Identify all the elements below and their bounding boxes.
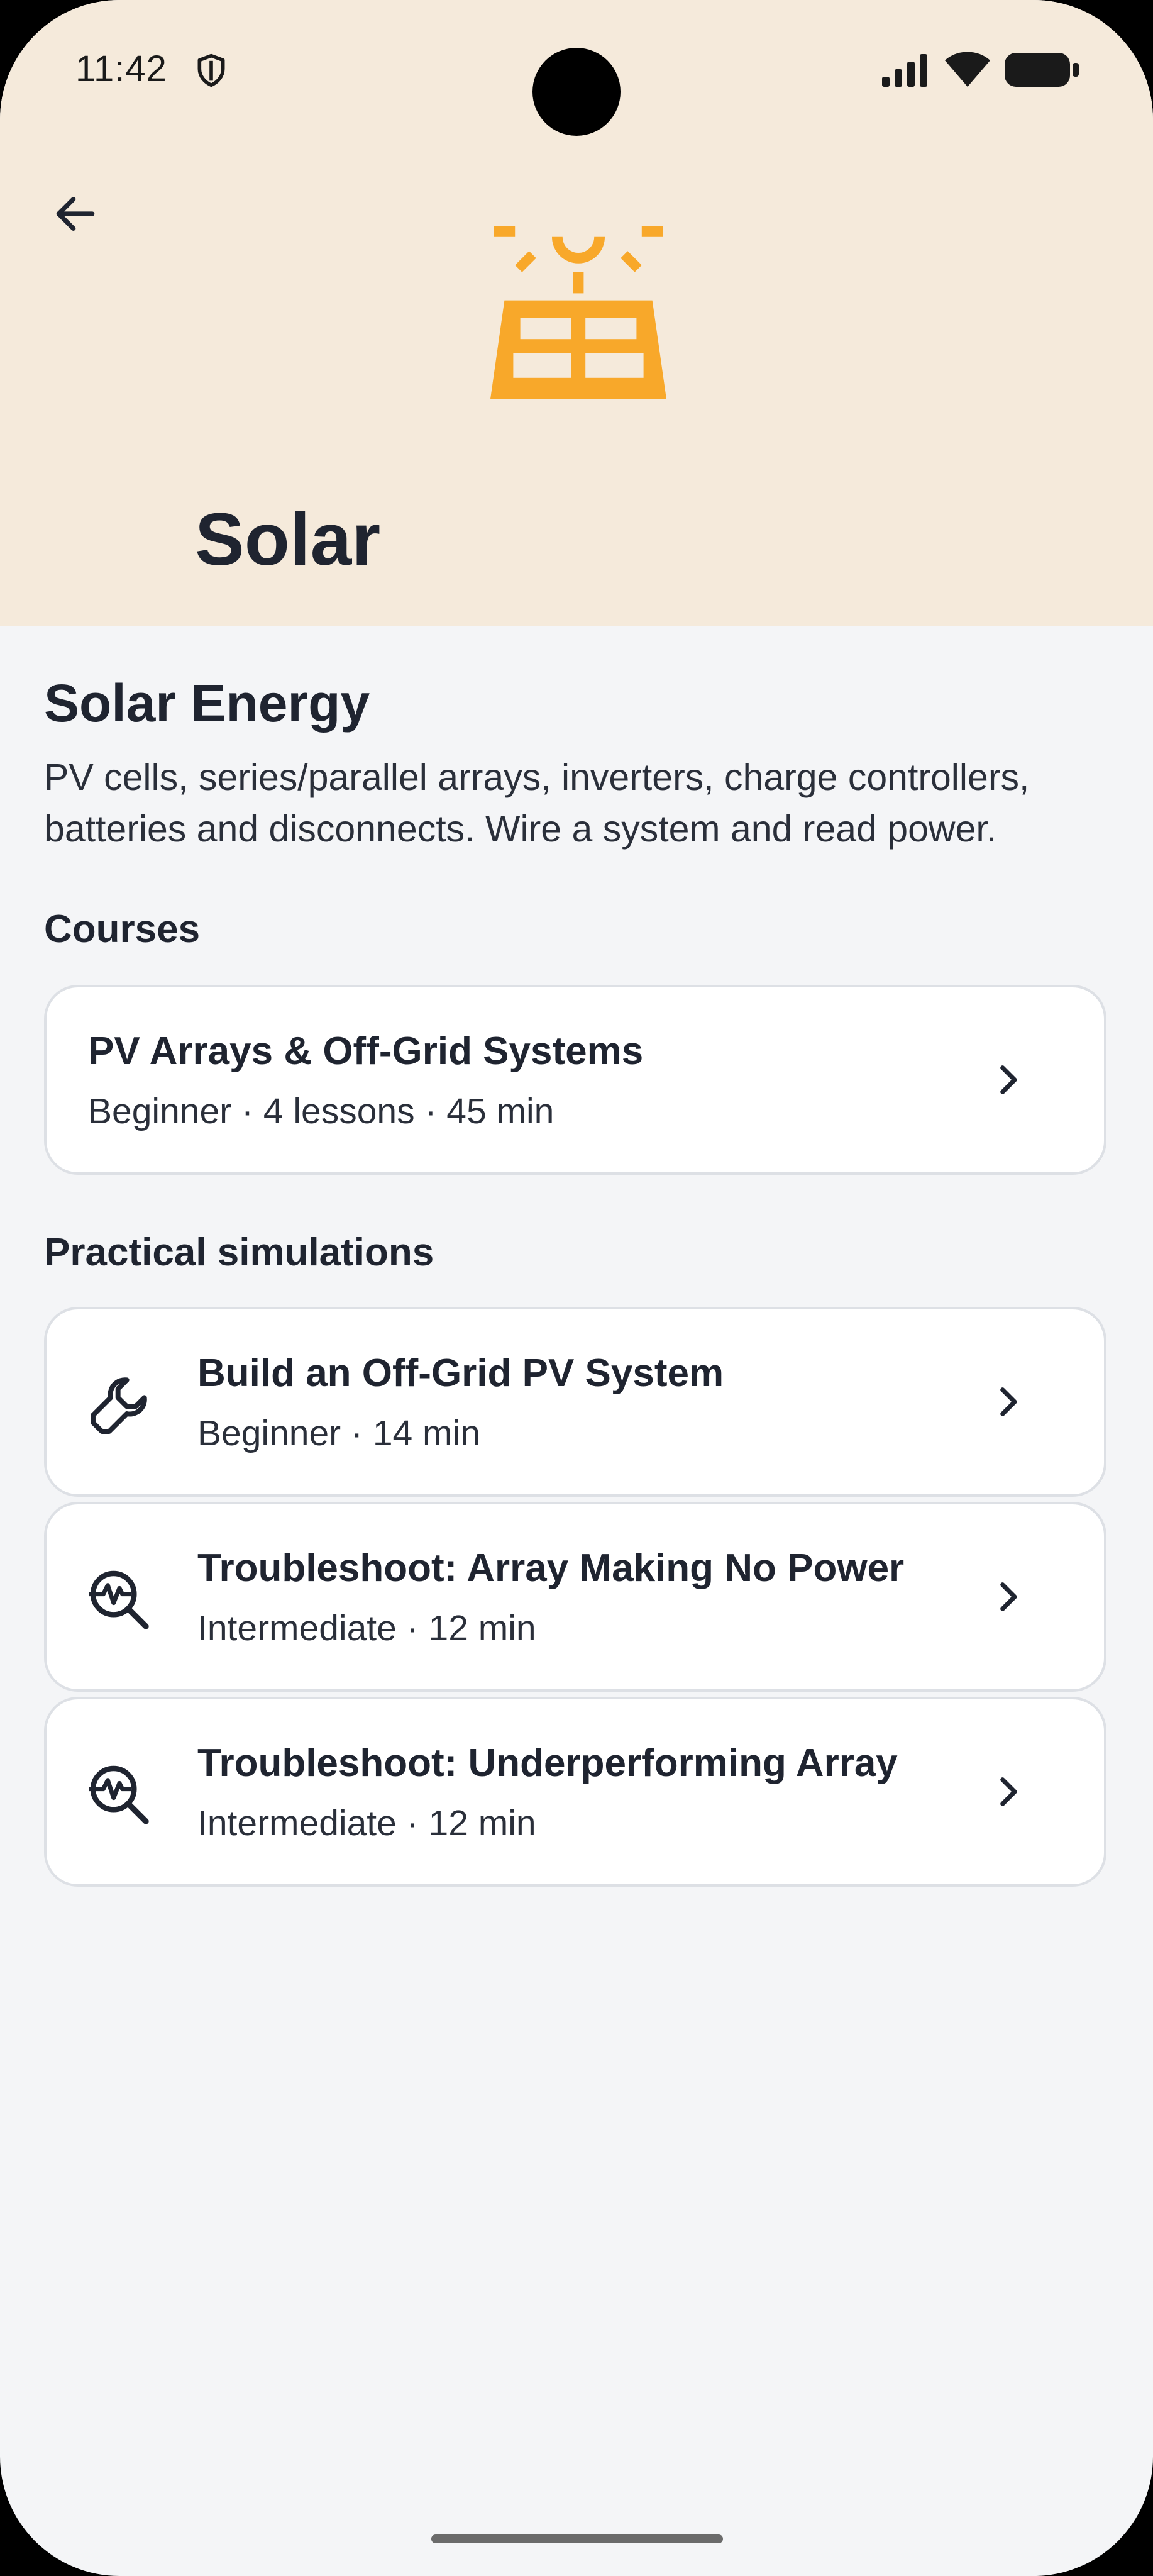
chevron-right-icon bbox=[1000, 1387, 1017, 1416]
simulation-card[interactable]: Troubleshoot: Underperforming Array Inte… bbox=[44, 1697, 1106, 1887]
app-screen: 11:42 Solar Solar Energy PV cells, serie… bbox=[0, 0, 1153, 2576]
simulation-meta: Beginner · 14 min bbox=[197, 1413, 480, 1453]
course-card[interactable]: PV Arrays & Off-Grid Systems Beginner · … bbox=[44, 985, 1106, 1175]
battery-icon bbox=[1005, 53, 1079, 87]
topic-description: PV cells, series/parallel arrays, invert… bbox=[44, 757, 1030, 850]
topic-header: 11:42 Solar bbox=[0, 0, 1153, 626]
course-title: PV Arrays & Off-Grid Systems bbox=[88, 1030, 644, 1073]
simulation-card[interactable]: Troubleshoot: Array Making No Power Inte… bbox=[44, 1502, 1106, 1692]
home-indicator[interactable] bbox=[431, 2534, 723, 2543]
wifi-icon bbox=[945, 52, 990, 87]
course-meta: Beginner · 4 lessons · 45 min bbox=[88, 1091, 554, 1131]
wrench-icon bbox=[91, 1377, 147, 1434]
solar-panel-icon bbox=[490, 226, 666, 399]
simulation-title: Troubleshoot: Underperforming Array bbox=[197, 1741, 898, 1785]
status-time: 11:42 bbox=[75, 48, 167, 89]
simulations-heading: Practical simulations bbox=[44, 1231, 434, 1274]
magnify-waveform-icon bbox=[89, 1570, 149, 1629]
shield-icon bbox=[197, 53, 225, 87]
chevron-right-icon bbox=[1000, 1777, 1017, 1806]
chevron-right-icon bbox=[1000, 1065, 1017, 1094]
camera-cutout bbox=[532, 48, 621, 136]
courses-heading: Courses bbox=[44, 908, 201, 951]
simulation-title: Build an Off-Grid PV System bbox=[197, 1352, 724, 1395]
page-title: Solar bbox=[195, 498, 381, 581]
chevron-right-icon bbox=[1000, 1582, 1017, 1611]
simulation-meta: Intermediate · 12 min bbox=[197, 1803, 536, 1843]
simulation-title: Troubleshoot: Array Making No Power bbox=[197, 1546, 905, 1590]
simulation-card[interactable]: Build an Off-Grid PV System Beginner · 1… bbox=[44, 1307, 1106, 1497]
signal-icon bbox=[882, 54, 927, 87]
simulation-meta: Intermediate · 12 min bbox=[197, 1608, 536, 1648]
arrow-left-icon bbox=[56, 197, 95, 231]
topic-title: Solar Energy bbox=[44, 674, 370, 733]
back-button[interactable] bbox=[44, 182, 107, 245]
magnify-waveform-icon bbox=[89, 1765, 149, 1824]
